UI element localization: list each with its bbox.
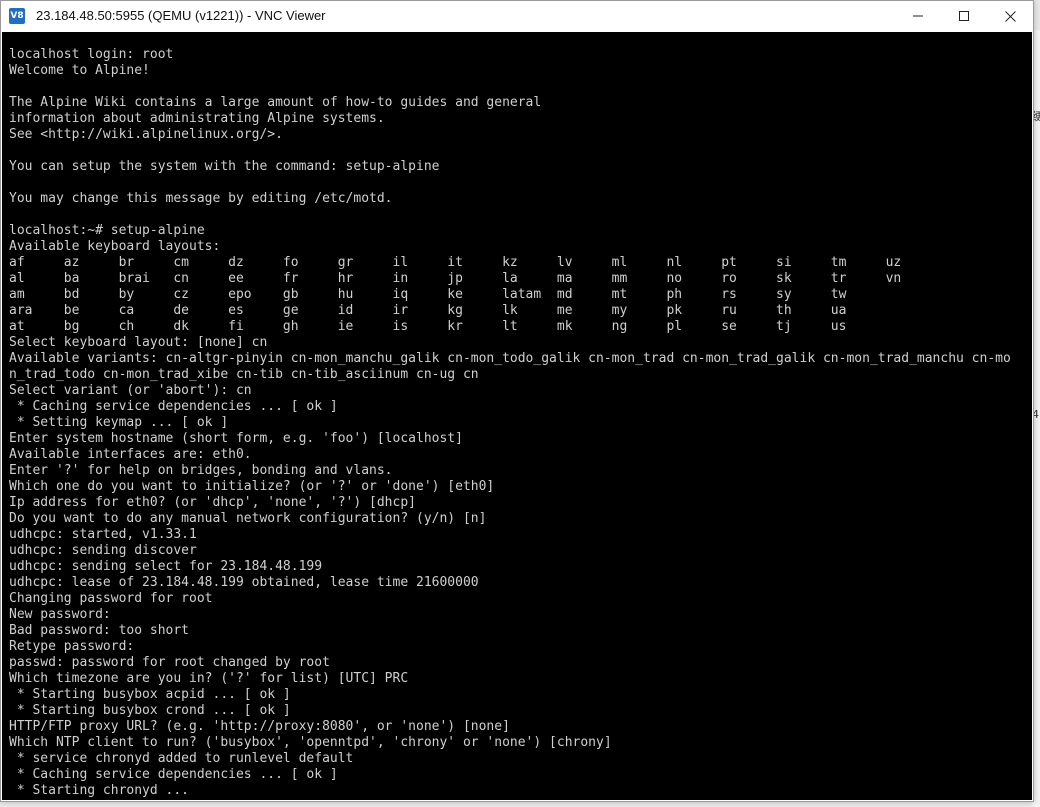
terminal-line: passwd: password for root changed by roo… xyxy=(9,655,330,670)
terminal-line: udhcpc: lease of 23.184.48.199 obtained,… xyxy=(9,575,479,590)
terminal-line: ara be ca de es ge id ir kg lk me my pk … xyxy=(9,303,847,318)
terminal-line: The Alpine Wiki contains a large amount … xyxy=(9,95,542,110)
close-icon xyxy=(1004,10,1016,22)
minimize-icon xyxy=(913,15,923,17)
terminal-line: * Caching service dependencies ... [ ok … xyxy=(9,767,338,782)
terminal-line: New password: xyxy=(9,607,111,622)
terminal-line: Available interfaces are: eth0. xyxy=(9,447,252,462)
terminal-line: * Caching service dependencies ... [ ok … xyxy=(9,399,338,414)
vnc-app-icon: V8 xyxy=(9,8,25,24)
terminal-line: af az br cm dz fo gr il it kz lv ml nl p… xyxy=(9,255,902,270)
terminal-line: * Starting busybox acpid ... [ ok ] xyxy=(9,687,291,702)
terminal-line: Retype password: xyxy=(9,639,135,654)
terminal-line: udhcpc: sending discover xyxy=(9,543,197,558)
terminal-line: * Starting busybox crond ... [ ok ] xyxy=(9,703,291,718)
terminal-line: n_trad_todo cn-mon_trad_xibe cn-tib cn-t… xyxy=(9,367,479,382)
terminal-line: localhost:~# setup-alpine xyxy=(9,223,205,238)
maximize-icon xyxy=(959,11,969,21)
terminal-line: Welcome to Alpine! xyxy=(9,63,150,78)
terminal-line: Which NTP client to run? ('busybox', 'op… xyxy=(9,735,612,750)
terminal-line: Changing password for root xyxy=(9,591,213,606)
vnc-viewer-window: V8 23.184.48.50:5955 (QEMU (v1221)) - VN… xyxy=(0,0,1034,802)
close-button[interactable] xyxy=(987,1,1033,31)
terminal-line: HTTP/FTP proxy URL? (e.g. 'http://proxy:… xyxy=(9,719,510,734)
terminal-line: You may change this message by editing /… xyxy=(9,191,393,206)
terminal-line: * service chronyd added to runlevel defa… xyxy=(9,751,354,766)
terminal-line: localhost login: root xyxy=(9,47,174,62)
terminal-line: * Starting chronyd ... xyxy=(9,783,190,798)
terminal-line: at bg ch dk fi gh ie is kr lt mk ng pl s… xyxy=(9,319,847,334)
terminal-line: Do you want to do any manual network con… xyxy=(9,511,487,526)
terminal-line: am bd by cz epo gb hu iq ke latam md mt … xyxy=(9,287,847,302)
terminal-line: udhcpc: sending select for 23.184.48.199 xyxy=(9,559,323,574)
terminal-line: Which timezone are you in? ('?' for list… xyxy=(9,671,409,686)
terminal-output: localhost login: root Welcome to Alpine! T… xyxy=(9,47,1032,799)
terminal-line: Enter system hostname (short form, e.g. … xyxy=(9,431,463,446)
terminal-line: Select variant (or 'abort'): cn xyxy=(9,383,252,398)
terminal-line: You can setup the system with the comman… xyxy=(9,159,440,174)
terminal-line: Select keyboard layout: [none] cn xyxy=(9,335,268,350)
terminal-line: information about administrating Alpine … xyxy=(9,111,385,126)
terminal-line: See <http://wiki.alpinelinux.org/>. xyxy=(9,127,283,142)
minimize-button[interactable] xyxy=(895,1,941,31)
window-title: 23.184.48.50:5955 (QEMU (v1221)) - VNC V… xyxy=(36,8,326,23)
remote-screen[interactable]: localhost login: root Welcome to Alpine! T… xyxy=(2,32,1032,800)
terminal-line: Available variants: cn-altgr-pinyin cn-m… xyxy=(9,351,1011,366)
terminal-line: * Setting keymap ... [ ok ] xyxy=(9,415,229,430)
maximize-button[interactable] xyxy=(941,1,987,31)
terminal-line: Available keyboard layouts: xyxy=(9,239,221,254)
terminal-line: udhcpc: started, v1.33.1 xyxy=(9,527,197,542)
title-bar[interactable]: V8 23.184.48.50:5955 (QEMU (v1221)) - VN… xyxy=(1,1,1033,31)
terminal-line: Ip address for eth0? (or 'dhcp', 'none',… xyxy=(9,495,416,510)
terminal-line: Enter '?' for help on bridges, bonding a… xyxy=(9,463,393,478)
terminal-line: Which one do you want to initialize? (or… xyxy=(9,479,495,494)
terminal-line: Bad password: too short xyxy=(9,623,190,638)
terminal-line: al ba brai cn ee fr hr in jp la ma mm no… xyxy=(9,271,902,286)
